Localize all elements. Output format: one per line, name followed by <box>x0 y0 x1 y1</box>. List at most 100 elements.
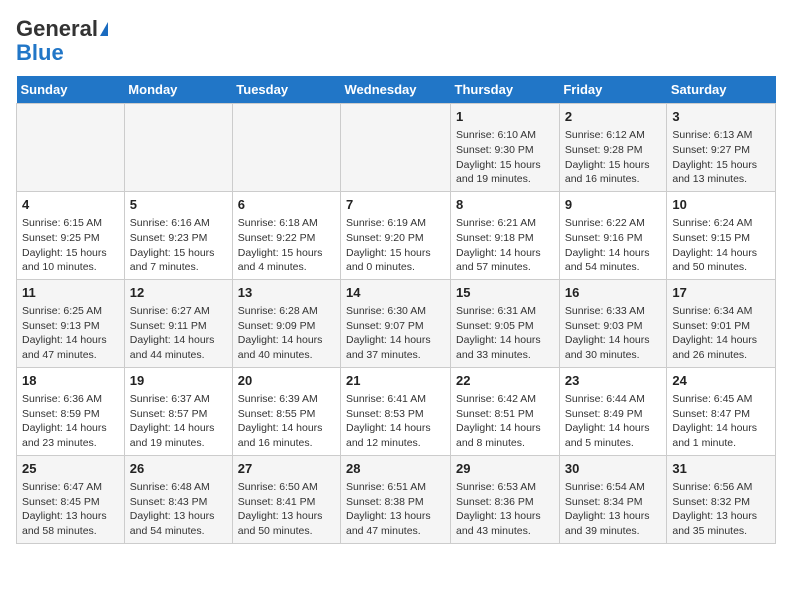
day-info: Daylight: 14 hours and 8 minutes. <box>456 421 554 450</box>
calendar-week-row: 25 Sunrise: 6:47 AMSunset: 8:45 PM Dayligh… <box>17 455 776 543</box>
day-info: Sunrise: 6:24 AM <box>672 216 770 231</box>
day-number: 28 <box>346 460 445 478</box>
calendar-cell <box>232 104 340 192</box>
calendar-cell: 5Sunrise: 6:16 AMSunset: 9:23 PMDaylight… <box>124 191 232 279</box>
day-number: 16 <box>565 284 662 302</box>
calendar-cell: 4Sunrise: 6:15 AMSunset: 9:25 PMDaylight… <box>17 191 125 279</box>
calendar-table: SundayMondayTuesdayWednesdayThursdayFrid… <box>16 76 776 544</box>
day-info: Daylight: 15 hours and 4 minutes. <box>238 246 335 275</box>
calendar-cell: 27Sunrise: 6:50 AMSunset: 8:41 PMDayligh… <box>232 455 340 543</box>
day-info: Sunrise: 6:39 AM <box>238 392 335 407</box>
day-info: Sunrise: 6:16 AM <box>130 216 227 231</box>
day-info: Daylight: 14 hours and 19 minutes. <box>130 421 227 450</box>
day-info: Sunset: 8:53 PM <box>346 407 445 422</box>
day-info: Sunrise: 6:36 AM <box>22 392 119 407</box>
logo: General Blue <box>16 16 108 64</box>
day-info: Sunrise: 6:42 AM <box>456 392 554 407</box>
day-info: Sunrise: 6:51 AM <box>346 480 445 495</box>
calendar-cell: 11Sunrise: 6:25 AMSunset: 9:13 PMDayligh… <box>17 279 125 367</box>
day-number: 25 <box>22 460 119 478</box>
day-info: Daylight: 15 hours and 10 minutes. <box>22 246 119 275</box>
day-info: Sunset: 8:55 PM <box>238 407 335 422</box>
calendar-cell: 8Sunrise: 6:21 AMSunset: 9:18 PMDaylight… <box>451 191 560 279</box>
calendar-cell: 20Sunrise: 6:39 AMSunset: 8:55 PMDayligh… <box>232 367 340 455</box>
day-info: Sunset: 8:51 PM <box>456 407 554 422</box>
calendar-cell: 21Sunrise: 6:41 AMSunset: 8:53 PMDayligh… <box>341 367 451 455</box>
day-number: 13 <box>238 284 335 302</box>
weekday-header-saturday: Saturday <box>667 76 776 104</box>
day-info: Sunset: 9:11 PM <box>130 319 227 334</box>
day-number: 26 <box>130 460 227 478</box>
day-info: Sunset: 8:45 PM <box>22 495 119 510</box>
day-info: Sunrise: 6:12 AM <box>565 128 662 143</box>
day-info: Sunrise: 6:21 AM <box>456 216 554 231</box>
day-number: 5 <box>130 196 227 214</box>
day-info: Sunrise: 6:19 AM <box>346 216 445 231</box>
calendar-cell: 31Sunrise: 6:56 AMSunset: 8:32 PMDayligh… <box>667 455 776 543</box>
day-info: Sunrise: 6:18 AM <box>238 216 335 231</box>
day-info: Sunset: 9:30 PM <box>456 143 554 158</box>
day-info: Sunrise: 6:33 AM <box>565 304 662 319</box>
day-info: Sunset: 9:25 PM <box>22 231 119 246</box>
calendar-cell: 24Sunrise: 6:45 AMSunset: 8:47 PMDayligh… <box>667 367 776 455</box>
day-info: Daylight: 15 hours and 13 minutes. <box>672 158 770 187</box>
day-info: Daylight: 15 hours and 0 minutes. <box>346 246 445 275</box>
day-info: Sunset: 8:38 PM <box>346 495 445 510</box>
calendar-cell: 19Sunrise: 6:37 AMSunset: 8:57 PMDayligh… <box>124 367 232 455</box>
day-info: Sunrise: 6:56 AM <box>672 480 770 495</box>
day-info: Sunset: 8:47 PM <box>672 407 770 422</box>
day-info: Sunrise: 6:27 AM <box>130 304 227 319</box>
calendar-cell: 14Sunrise: 6:30 AMSunset: 9:07 PMDayligh… <box>341 279 451 367</box>
day-info: Sunrise: 6:37 AM <box>130 392 227 407</box>
day-number: 8 <box>456 196 554 214</box>
logo-triangle-icon <box>100 22 108 36</box>
day-info: Sunset: 9:22 PM <box>238 231 335 246</box>
day-number: 19 <box>130 372 227 390</box>
day-info: Sunset: 8:32 PM <box>672 495 770 510</box>
day-number: 18 <box>22 372 119 390</box>
day-info: Sunrise: 6:53 AM <box>456 480 554 495</box>
day-number: 15 <box>456 284 554 302</box>
calendar-cell <box>341 104 451 192</box>
day-number: 30 <box>565 460 662 478</box>
weekday-header-sunday: Sunday <box>17 76 125 104</box>
day-info: Sunrise: 6:41 AM <box>346 392 445 407</box>
day-number: 31 <box>672 460 770 478</box>
day-info: Sunrise: 6:13 AM <box>672 128 770 143</box>
day-info: Daylight: 13 hours and 50 minutes. <box>238 509 335 538</box>
day-number: 27 <box>238 460 335 478</box>
logo-blue: Blue <box>16 42 64 64</box>
day-number: 24 <box>672 372 770 390</box>
weekday-header-tuesday: Tuesday <box>232 76 340 104</box>
weekday-header-friday: Friday <box>559 76 667 104</box>
day-info: Sunset: 8:41 PM <box>238 495 335 510</box>
day-info: Daylight: 15 hours and 19 minutes. <box>456 158 554 187</box>
day-number: 29 <box>456 460 554 478</box>
day-number: 22 <box>456 372 554 390</box>
day-info: Daylight: 13 hours and 54 minutes. <box>130 509 227 538</box>
calendar-cell: 6 Sunrise: 6:18 AMSunset: 9:22 PMDaylight… <box>232 191 340 279</box>
day-number: 14 <box>346 284 445 302</box>
day-info: Sunrise: 6:10 AM <box>456 128 554 143</box>
day-info: Sunset: 9:18 PM <box>456 231 554 246</box>
calendar-cell: 25Sunrise: 6:47 AMSunset: 8:45 PMDayligh… <box>17 455 125 543</box>
calendar-cell: 17Sunrise: 6:34 AMSunset: 9:01 PMDayligh… <box>667 279 776 367</box>
day-info: Sunrise: 6:31 AM <box>456 304 554 319</box>
day-number: 7 <box>346 196 445 214</box>
day-info: Daylight: 14 hours and 30 minutes. <box>565 333 662 362</box>
day-info: Daylight: 14 hours and 54 minutes. <box>565 246 662 275</box>
day-number: 1 <box>456 108 554 126</box>
day-info: Daylight: 13 hours and 39 minutes. <box>565 509 662 538</box>
logo-general: General <box>16 16 98 42</box>
weekday-header-monday: Monday <box>124 76 232 104</box>
day-number: 4 <box>22 196 119 214</box>
day-info: Sunset: 9:13 PM <box>22 319 119 334</box>
day-info: Sunrise: 6:47 AM <box>22 480 119 495</box>
day-info: Sunset: 9:07 PM <box>346 319 445 334</box>
day-info: Sunrise: 6:28 AM <box>238 304 335 319</box>
weekday-header-thursday: Thursday <box>451 76 560 104</box>
day-info: Daylight: 14 hours and 5 minutes. <box>565 421 662 450</box>
calendar-week-row: 11Sunrise: 6:25 AMSunset: 9:13 PMDayligh… <box>17 279 776 367</box>
day-number: 6 <box>238 196 335 214</box>
day-info: Sunrise: 6:25 AM <box>22 304 119 319</box>
